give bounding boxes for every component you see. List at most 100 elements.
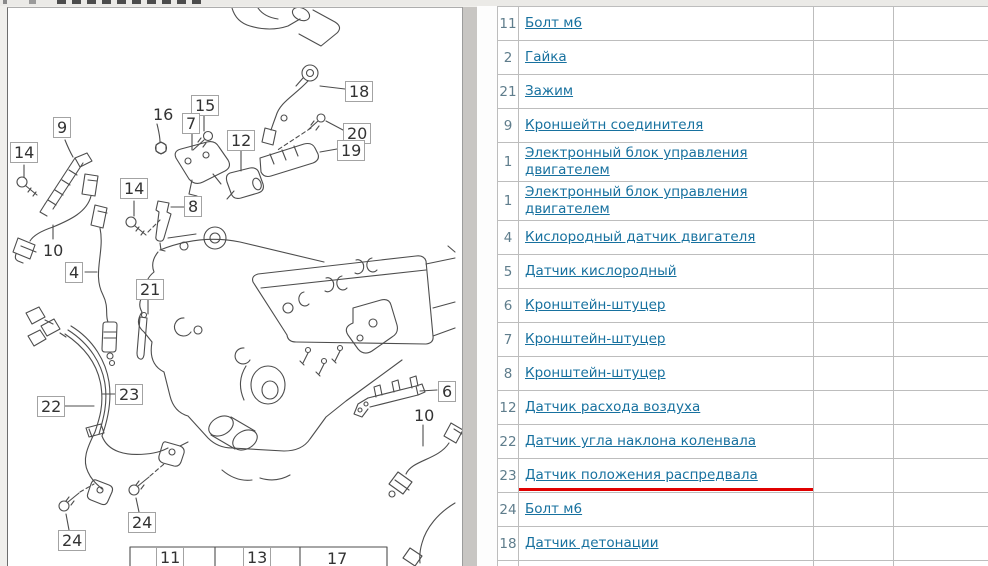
empty-cell-2 [894, 289, 988, 323]
part-name-link[interactable]: Датчик угла наклона коленвала [525, 433, 756, 449]
diagram-callout-24[interactable]: 24 [128, 512, 156, 533]
part-name-link[interactable]: Кронштейн-штуцер [525, 365, 666, 381]
part-name-link[interactable]: Датчик детонации [525, 535, 658, 551]
part-name-cell: Электронный блок управления двигателем [519, 143, 814, 182]
diagram-callout-10[interactable]: 10 [43, 241, 63, 261]
part-row-12: 12 Датчик расхода воздуха [498, 391, 988, 425]
part-position-number: 18 [498, 527, 519, 561]
empty-cell-1 [814, 41, 894, 75]
diagram-callout-14[interactable]: 14 [120, 178, 148, 199]
part-name-link[interactable]: Электронный блок управления двигателем [525, 145, 748, 178]
bolt-14-left [17, 165, 37, 196]
part-position-number: 9 [498, 109, 519, 143]
empty-cell-2 [894, 182, 988, 221]
part-name-link[interactable]: Датчик положения распредвала [525, 467, 758, 483]
empty-cell-1 [814, 323, 894, 357]
empty-cell-1 [814, 221, 894, 255]
part-name-link[interactable]: Гайка [525, 49, 567, 65]
engine-block [138, 227, 455, 480]
diagram-callout-7[interactable]: 7 [182, 113, 200, 134]
part-position-number: 2 [498, 41, 519, 75]
empty-cell-2 [894, 7, 988, 41]
empty-cell-2 [894, 323, 988, 357]
part-position-number: 4 [498, 221, 519, 255]
panel-gap [477, 6, 497, 566]
part-name-link[interactable]: Болт м6 [525, 15, 582, 31]
part-name-link[interactable]: Болт м6 [525, 501, 582, 517]
dipstick-21 [137, 299, 148, 359]
diagram-callout-21[interactable]: 21 [136, 279, 164, 300]
part-row-24: 24Болт м6 [498, 493, 988, 527]
parts-catalog-page: 1491615712182019148104212322610242411131… [0, 0, 988, 566]
diagram-callout-17[interactable]: 17 [327, 549, 347, 566]
part-row-1: 1Электронный блок управления двигателем [498, 143, 988, 182]
empty-cell-1 [814, 182, 894, 221]
vertical-scrollbar[interactable] [462, 7, 478, 566]
empty-cell-2 [894, 561, 988, 566]
part-name-link[interactable]: Датчик кислородный [525, 263, 677, 279]
diagram-callout-6[interactable]: 6 [438, 381, 456, 402]
empty-cell-1 [814, 425, 894, 459]
empty-cell-2 [894, 527, 988, 561]
part-name-link[interactable]: Датчик расхода воздуха [525, 399, 700, 415]
diagram-callout-12[interactable]: 12 [227, 130, 255, 151]
empty-cell-1 [814, 289, 894, 323]
part-name-link[interactable]: Кронштейн-штуцер [525, 331, 666, 347]
diagram-callout-24[interactable]: 24 [58, 530, 86, 551]
part-name-cell: Болт м6 [519, 7, 814, 41]
parts-table: 11Болт м62 Гайка 21 Зажим 9 Кроншейтн соедини… [497, 6, 988, 566]
diagram-callout-19[interactable]: 19 [337, 140, 365, 161]
part-name-cell: Кронштейн датчика детонации [519, 561, 814, 566]
part-name-cell: Болт м6 [519, 493, 814, 527]
cropped-mark [29, 0, 36, 4]
part-row-18: 18 Датчик детонации [498, 527, 988, 561]
diagram-callout-11[interactable]: 11 [156, 547, 184, 566]
part-position-number: 21 [498, 75, 519, 109]
part-name-cell: Датчик кислородный [519, 255, 814, 289]
empty-cell-2 [894, 143, 988, 182]
part-name-cell: Кронштейн-штуцер [519, 289, 814, 323]
part-name-cell: Кронштейн-штуцер [519, 323, 814, 357]
diagram-callout-4[interactable]: 4 [65, 262, 83, 283]
empty-cell-1 [814, 561, 894, 566]
diagram-callout-22[interactable]: 22 [37, 396, 65, 417]
empty-cell-1 [814, 7, 894, 41]
part-name-link[interactable]: Кислородный датчик двигателя [525, 229, 755, 245]
empty-cell-1 [814, 109, 894, 143]
diagram-callout-9[interactable]: 9 [53, 117, 71, 138]
diagram-callout-23[interactable]: 23 [115, 384, 143, 405]
part-row-21: 21 Зажим [498, 75, 988, 109]
part-row-6: 6 Кронштейн-штуцер [498, 289, 988, 323]
top-cutoff-assembly [232, 8, 340, 46]
empty-cell-2 [894, 255, 988, 289]
part-position-number: 6 [498, 289, 519, 323]
part-name-cell: Гайка [519, 41, 814, 75]
part-row-4: 4 Кислородный датчик двигателя [498, 221, 988, 255]
part-name-link[interactable]: Кроншейтн соединителя [525, 117, 703, 133]
diagram-callout-13[interactable]: 13 [243, 547, 271, 566]
diagram-callout-10[interactable]: 10 [414, 406, 434, 426]
diagram-callout-16[interactable]: 16 [153, 105, 173, 125]
engine-line-art [8, 8, 463, 566]
part-row-11: 11Болт м6 [498, 7, 988, 41]
diagram-callout-14[interactable]: 14 [10, 142, 38, 163]
part-position-number: 5 [498, 255, 519, 289]
part-row-1: 1Электронный блок управления двигателем [498, 182, 988, 221]
empty-cell-1 [814, 143, 894, 182]
part-position-number: 12 [498, 391, 519, 425]
part-row-8: 8Кронштейн-штуцер [498, 357, 988, 391]
cropped-mark [3, 0, 7, 4]
diagram-callout-8[interactable]: 8 [184, 196, 202, 217]
empty-cell-2 [894, 357, 988, 391]
part-name-link[interactable]: Зажим [525, 83, 573, 99]
bracket-19 [260, 144, 337, 177]
map-sensor-12 [226, 149, 263, 199]
empty-cell-2 [894, 75, 988, 109]
part-row-7: 7Кронштейн-штуцер [498, 323, 988, 357]
part-name-link[interactable]: Кронштейн-штуцер [525, 297, 666, 313]
diagram-callout-18[interactable]: 18 [345, 81, 373, 102]
part-name-link[interactable]: Электронный блок управления двигателем [525, 184, 748, 217]
part-name-cell: Датчик расхода воздуха [519, 391, 814, 425]
part-name-cell: Датчик положения распредвала [519, 459, 814, 493]
o2-sensor-10-right [389, 423, 463, 566]
